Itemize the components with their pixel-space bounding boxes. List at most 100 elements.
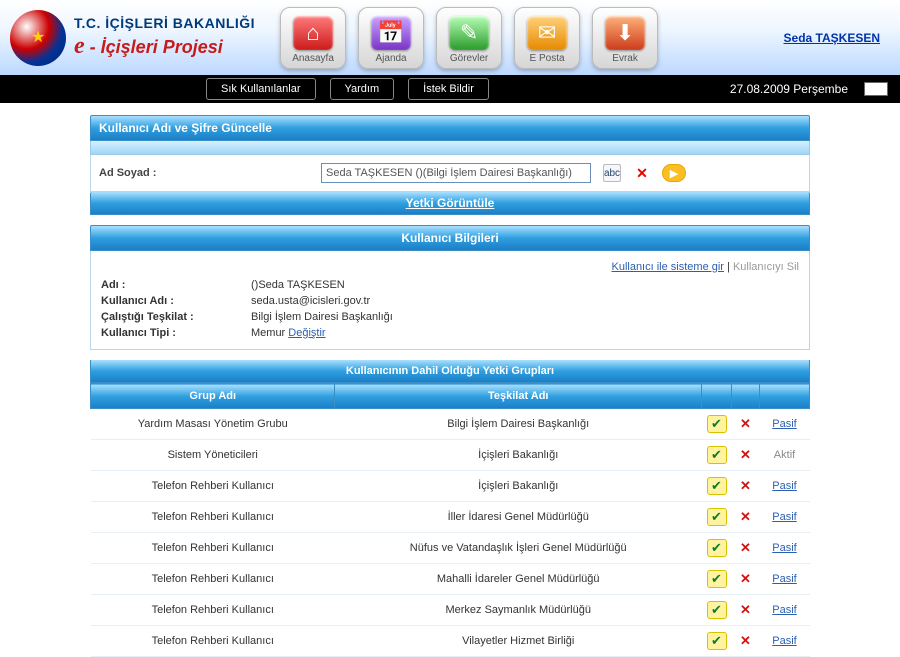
cell-teskilat: İçişleri Bakanlığı [335,440,702,471]
cell-teskilat: Vilayetler Hizmet Birliği [335,626,702,657]
brand-line1: T.C. İÇİŞLERİ BAKANLIĞI [74,15,255,32]
cell-teskilat: Mahalli İdareler Genel Müdürlüğü [335,564,702,595]
user-info-block: Kullanıcı ile sisteme gir | Kullanıcıyı … [90,251,810,350]
brand-text: T.C. İÇİŞLERİ BAKANLIĞI e - İçişleri Pro… [74,15,255,61]
approve-icon[interactable]: ✔ [707,539,727,557]
lookup-icon[interactable]: abc [603,164,621,182]
evrak-icon: ⬇ [605,16,645,50]
cell-grup: Telefon Rehberi Kullanıcı [91,533,335,564]
util-btn-0[interactable]: Sık Kullanılanlar [206,78,316,100]
cell-grup: Telefon Rehberi Kullanıcı [91,595,335,626]
cell-grup: Telefon Rehberi Kullanıcı [91,626,335,657]
nav-anasayfa-label: Anasayfa [292,53,334,64]
status-link[interactable]: Pasif [772,542,796,554]
utility-buttons: Sık Kullanılanlar Yardım İstek Bildir [206,78,489,100]
nav-gorevler-label: Görevler [450,53,488,64]
delete-icon[interactable]: ✕ [736,477,756,495]
cell-grup: Telefon Rehberi Kullanıcı [91,471,335,502]
nav-ajanda-label: Ajanda [375,53,406,64]
ajanda-icon: 📅 [371,16,411,50]
panel-spacer [90,141,810,155]
table-row: Telefon Rehberi KullanıcıNüfus ve Vatand… [91,533,810,564]
delete-icon[interactable]: ✕ [736,415,756,433]
ministry-logo-icon [10,10,66,66]
delete-icon[interactable]: ✕ [736,539,756,557]
delete-icon[interactable]: ✕ [736,632,756,650]
nav-eposta-label: E Posta [530,53,565,64]
status-link[interactable]: Pasif [772,511,796,523]
cell-grup: Telefon Rehberi Kullanıcı [91,564,335,595]
clear-icon[interactable]: ✕ [633,164,651,182]
approve-icon[interactable]: ✔ [707,508,727,526]
approve-icon[interactable]: ✔ [707,632,727,650]
cell-teskilat: Nüfus ve Vatandaşlık İşleri Genel Müdürl… [335,533,702,564]
delete-icon[interactable]: ✕ [736,446,756,464]
status-link: Aktif [774,449,795,461]
approve-icon[interactable]: ✔ [707,415,727,433]
nav-evrak[interactable]: ⬇ Evrak [592,7,658,69]
enter-as-user-link[interactable]: Kullanıcı ile sisteme gir [611,261,724,273]
status-link[interactable]: Pasif [772,573,796,585]
col-grup: Grup Adı [91,384,335,409]
change-user-type-link[interactable]: Değiştir [288,327,325,339]
nav-evrak-label: Evrak [612,53,638,64]
cell-grup: Yardım Masası Yönetim Grubu [91,409,335,440]
approve-icon[interactable]: ✔ [707,601,727,619]
approve-icon[interactable]: ✔ [707,477,727,495]
cell-grup: Sistem Yöneticileri [91,440,335,471]
cell-teskilat: Bilgi İşlem Dairesi Başkanlığı [335,409,702,440]
blank-slot [864,82,888,96]
main-panel: Kullanıcı Adı ve Şifre Güncelle Ad Soyad… [90,115,810,657]
brand-e: e [74,33,85,59]
user-action-links: Kullanıcı ile sisteme gir | Kullanıcıyı … [101,259,799,277]
groups-table: Grup Adı Teşkilat Adı Yardım Masası Yöne… [90,383,810,657]
kv-teskilat-value: Bilgi İşlem Dairesi Başkanlığı [251,311,393,323]
status-link[interactable]: Pasif [772,418,796,430]
approve-icon[interactable]: ✔ [707,446,727,464]
table-row: Telefon Rehberi KullanıcıMerkez Saymanlı… [91,595,810,626]
nav-eposta[interactable]: ✉E Posta [514,7,580,69]
kv-tip-value: Memur Değiştir [251,327,326,339]
table-row: Telefon Rehberi KullanıcıVilayetler Hizm… [91,626,810,657]
status-link[interactable]: Pasif [772,480,796,492]
current-user: Seda TAŞKESEN [784,31,880,45]
delete-icon[interactable]: ✕ [736,508,756,526]
ad-soyad-input[interactable] [321,163,591,183]
cell-grup: Telefon Rehberi Kullanıcı [91,502,335,533]
status-link[interactable]: Pasif [772,604,796,616]
go-icon[interactable]: ▶ [663,165,685,181]
status-link[interactable]: Pasif [772,635,796,647]
cell-teskilat: Merkez Saymanlık Müdürlüğü [335,595,702,626]
yetki-goruntule-link[interactable]: Yetki Görüntüle [90,192,810,215]
panel-title: Kullanıcı Adı ve Şifre Güncelle [90,115,810,141]
table-row: Telefon Rehberi KullanıcıMahalli İdarele… [91,564,810,595]
delete-user-link: Kullanıcıyı Sil [733,261,799,273]
delete-icon[interactable]: ✕ [736,570,756,588]
kv-tip-label: Kullanıcı Tipi : [101,327,251,339]
col-teskilat: Teşkilat Adı [335,384,702,409]
main-nav: ⌂Anasayfa 📅 Ajanda ✎ Görevler ✉E Posta ⬇ Evrak [280,7,658,69]
approve-icon[interactable]: ✔ [707,570,727,588]
kv-teskilat-label: Çalıştığı Teşkilat : [101,311,251,323]
nav-gorevler[interactable]: ✎ Görevler [436,7,502,69]
nav-ajanda[interactable]: 📅 Ajanda [358,7,424,69]
content-area: Kullanıcı Adı ve Şifre Güncelle Ad Soyad… [0,103,900,657]
util-btn-2[interactable]: İstek Bildir [408,78,489,100]
ad-soyad-row: Ad Soyad : abc ✕ ▶ [90,155,810,192]
groups-header-row: Grup Adı Teşkilat Adı [91,384,810,409]
current-user-link[interactable]: Seda TAŞKESEN [784,31,880,45]
nav-anasayfa[interactable]: ⌂Anasayfa [280,7,346,69]
kv-kullanici-value: seda.usta@icisleri.gov.tr [251,295,370,307]
gorevler-icon: ✎ [449,16,489,50]
table-row: Telefon Rehberi Kullanıcıİller İdaresi G… [91,502,810,533]
user-info-title: Kullanıcı Bilgileri [90,225,810,251]
util-btn-1[interactable]: Yardım [330,78,395,100]
table-row: Sistem Yöneticileriİçişleri Bakanlığı ✔ ✕ A… [91,440,810,471]
groups-title: Kullanıcının Dahil Olduğu Yetki Grupları [90,360,810,383]
delete-icon[interactable]: ✕ [736,601,756,619]
cell-teskilat: İçişleri Bakanlığı [335,471,702,502]
table-row: Telefon Rehberi Kullanıcıİçişleri Bakanl… [91,471,810,502]
brand-line2: e - İçişleri Projesi [74,32,255,61]
utility-bar: Sık KullanılanlarYardımİstek Bildir 27.0… [0,75,900,103]
header: T.C. İÇİŞLERİ BAKANLIĞI e - İçişleri Pro… [0,0,900,75]
